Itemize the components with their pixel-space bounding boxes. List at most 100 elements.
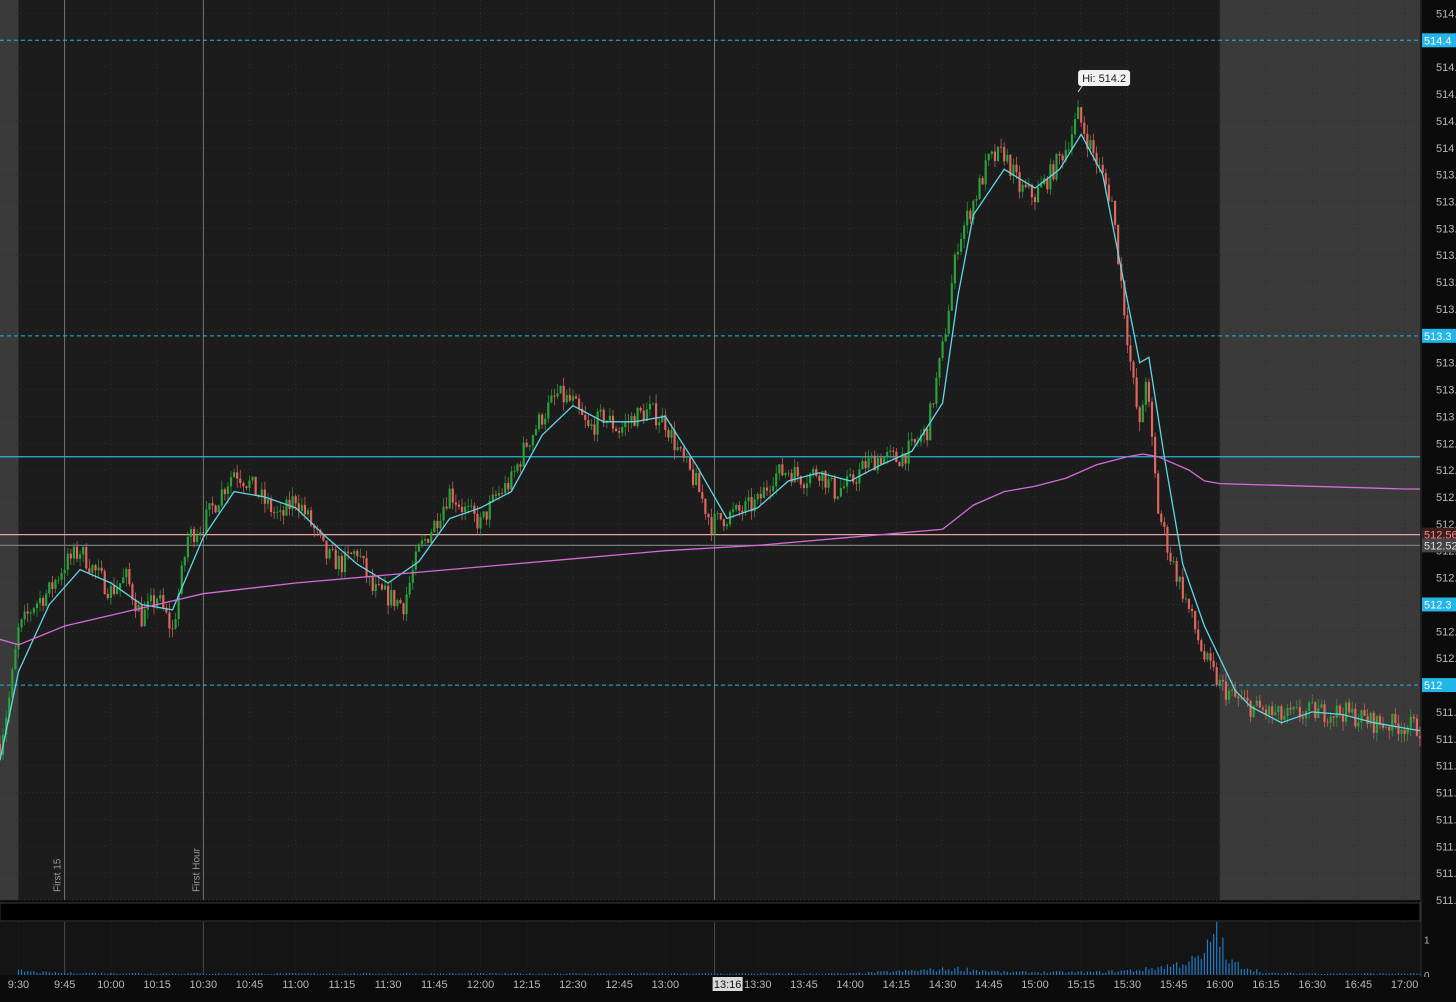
candle-body bbox=[229, 477, 233, 487]
candle-body bbox=[29, 612, 32, 614]
candle-body bbox=[963, 225, 966, 239]
candle-body bbox=[1338, 705, 1341, 715]
candle-body bbox=[849, 474, 852, 477]
candle-body bbox=[1258, 700, 1261, 708]
candle-body bbox=[648, 404, 652, 410]
candle-body bbox=[1058, 154, 1061, 156]
candle-body bbox=[562, 385, 565, 403]
candle-body bbox=[836, 496, 839, 499]
candle-body bbox=[861, 460, 864, 470]
candle-body bbox=[97, 567, 100, 571]
candle-body bbox=[990, 151, 993, 155]
candle-body bbox=[1021, 184, 1024, 192]
candle-body bbox=[1206, 653, 1209, 660]
price-chart-svg[interactable]: First 15 First Hour Hi: 514.2 511.2 511.3 511… bbox=[0, 0, 1456, 997]
candle-body bbox=[377, 584, 380, 586]
candle-body bbox=[226, 486, 230, 495]
candle-body bbox=[827, 479, 830, 488]
candle-body bbox=[768, 490, 772, 492]
candle-body bbox=[88, 568, 91, 573]
candle-body bbox=[1181, 576, 1184, 599]
candle-body bbox=[676, 447, 679, 451]
x-tick-label: 10:15 bbox=[143, 979, 171, 991]
candle-body bbox=[192, 529, 196, 543]
candle-body bbox=[1237, 696, 1240, 699]
candle-body bbox=[1332, 716, 1335, 718]
chart[interactable]: First 15 First Hour Hi: 514.2 511.2 511.3 511… bbox=[0, 0, 1456, 997]
candle-body bbox=[519, 464, 522, 467]
candle-body bbox=[762, 487, 765, 499]
candle-body bbox=[531, 435, 534, 446]
candle-body bbox=[26, 611, 29, 614]
candle-body bbox=[833, 477, 836, 499]
candle-body bbox=[1036, 187, 1040, 203]
y-tick-label: 513.1 bbox=[1436, 385, 1456, 397]
candle-body bbox=[559, 385, 562, 394]
y-tick-label: 513.5 bbox=[1436, 277, 1456, 289]
candle-body bbox=[821, 471, 824, 481]
candle-body bbox=[457, 504, 461, 507]
candle-body bbox=[17, 627, 20, 650]
x-tick-label: 13:45 bbox=[790, 979, 818, 991]
candle-body bbox=[1261, 707, 1264, 710]
candle-body bbox=[303, 504, 307, 515]
candle-body bbox=[802, 484, 806, 488]
candle-body bbox=[346, 551, 350, 553]
candle-body bbox=[393, 590, 396, 607]
candle-body bbox=[402, 603, 405, 615]
candle-body bbox=[100, 567, 103, 571]
candle-body bbox=[584, 414, 587, 421]
candle-body bbox=[1286, 707, 1289, 716]
candle-body bbox=[707, 513, 710, 518]
candle-body bbox=[362, 556, 365, 559]
candle-body bbox=[587, 420, 590, 426]
x-tick-label: 10:45 bbox=[236, 979, 264, 991]
candle-body bbox=[476, 513, 479, 529]
candle-body bbox=[420, 540, 424, 545]
candle-body bbox=[1033, 197, 1037, 203]
candle-body bbox=[1314, 702, 1317, 718]
y-tick-label: 511.2 bbox=[1436, 895, 1456, 907]
candle-body bbox=[910, 439, 913, 441]
candle-body bbox=[651, 403, 655, 405]
candle-body bbox=[1212, 660, 1215, 668]
candle-body bbox=[642, 410, 645, 421]
y-tick-label: 512.1 bbox=[1436, 653, 1456, 665]
y-tick-label: 511.5 bbox=[1436, 814, 1456, 826]
candle-body bbox=[507, 482, 510, 490]
candle-body bbox=[513, 471, 516, 473]
candle-body bbox=[20, 619, 23, 628]
candle-body bbox=[759, 493, 762, 499]
y-tick-label: 513 bbox=[1436, 411, 1454, 423]
candle-body bbox=[1006, 154, 1009, 162]
candle-body bbox=[199, 532, 202, 536]
candle-body bbox=[1255, 700, 1258, 706]
candle-body bbox=[106, 594, 109, 598]
candle-body bbox=[867, 458, 870, 469]
candle-body bbox=[691, 469, 695, 485]
candle-body bbox=[1172, 561, 1175, 562]
candle-body bbox=[544, 418, 547, 425]
candle-body bbox=[735, 504, 738, 510]
candle-body bbox=[331, 549, 334, 550]
x-tick-label: 10:00 bbox=[97, 979, 125, 991]
candle-body bbox=[251, 476, 254, 481]
candle-body bbox=[359, 556, 362, 557]
candle-body bbox=[719, 512, 722, 520]
candle-body bbox=[590, 424, 593, 426]
candle-body bbox=[279, 510, 282, 512]
candle-body bbox=[54, 579, 57, 590]
candle-body bbox=[815, 469, 818, 476]
candle-body bbox=[91, 565, 94, 573]
candle-body bbox=[202, 532, 205, 534]
candle-body bbox=[1132, 361, 1135, 378]
candle-body bbox=[423, 539, 427, 541]
candle-body bbox=[149, 595, 153, 602]
candle-body bbox=[624, 421, 627, 428]
candle-body bbox=[695, 472, 698, 485]
candle-body bbox=[128, 569, 131, 585]
candle-body bbox=[747, 497, 750, 502]
candle-body bbox=[1150, 401, 1154, 437]
y-tick-label: 512.4 bbox=[1436, 573, 1456, 585]
candle-body bbox=[950, 283, 953, 311]
